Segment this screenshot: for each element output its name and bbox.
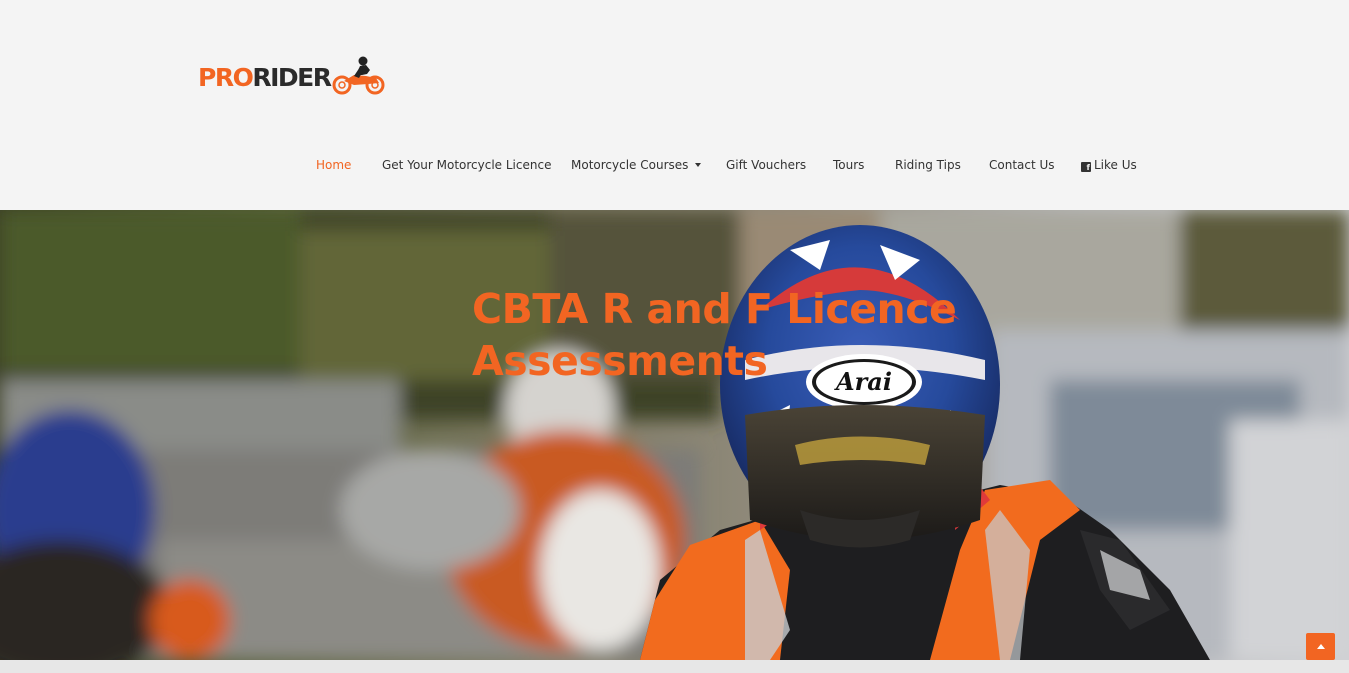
hero-title-line1: CBTA R and F Licence [472,285,957,333]
nav-item-gift-vouchers[interactable]: Gift Vouchers [726,155,806,175]
nav-item-label: Contact Us [989,158,1055,172]
logo-rider-text: RIDER [252,62,332,92]
site-logo[interactable]: PRORIDER [198,55,386,99]
nav-item-home[interactable]: Home [316,155,351,175]
content-start-strip [0,660,1349,673]
nav-item-like-us[interactable]: f Like Us [1081,155,1137,175]
scroll-to-top-button[interactable] [1306,633,1335,660]
hero-title: CBTA R and F Licence Assessments [472,283,992,387]
nav-item-label: Riding Tips [895,158,961,172]
hero-banner: Arai CBTA R and F Licence Assessments [0,210,1349,660]
site-header: PRORIDER Home Get Your Motorcycle Licenc… [0,0,1349,210]
nav-item-label: Get Your Motorcycle Licence [382,158,552,172]
nav-item-label: Home [316,158,352,172]
nav-item-label: Motorcycle Courses [571,158,689,172]
nav-item-get-licence[interactable]: Get Your Motorcycle Licence [382,155,551,175]
caret-down-icon [695,163,702,167]
nav-item-contact-us[interactable]: Contact Us [989,155,1055,175]
logo-pro-text: PRO [198,62,254,92]
nav-item-tours[interactable]: Tours [833,155,864,175]
hero-background-image: Arai [0,210,1349,660]
nav-item-riding-tips[interactable]: Riding Tips [895,155,961,175]
nav-item-label: Gift Vouchers [726,158,807,172]
logo-wordmark: PRORIDER [198,62,332,92]
nav-item-motorcycle-courses[interactable]: Motorcycle Courses [571,155,702,175]
motorcycle-rider-icon [332,54,386,100]
facebook-icon: f [1081,162,1091,172]
nav-item-label: Like Us [1094,158,1137,172]
hero-title-line2: Assessments [472,337,768,385]
main-navigation: Home Get Your Motorcycle Licence Motorcy… [0,155,1349,177]
nav-item-label: Tours [833,158,865,172]
